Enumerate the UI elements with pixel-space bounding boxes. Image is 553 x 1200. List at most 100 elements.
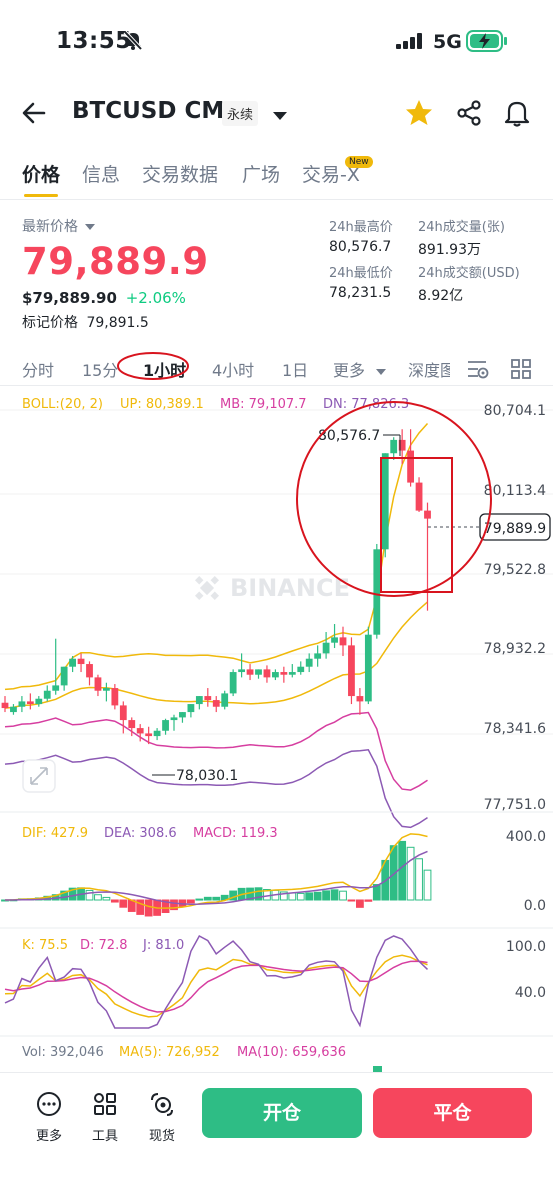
indicator-settings-icon[interactable] [466,358,490,384]
macd-dif: DIF: 427.9 [22,826,88,841]
macd-bar [364,899,373,902]
active-tab-indicator [24,194,58,197]
candle-up [43,690,51,699]
candle-up [381,453,389,550]
pair-symbol[interactable]: BTCUSD CM [72,98,224,124]
macd-bar [330,889,339,901]
interval-timeline[interactable]: 分时 [22,357,54,381]
open-position-button[interactable]: 开仓 [202,1088,362,1138]
candle-up [272,672,279,678]
candle-down [86,664,93,678]
boll-dn: DN: 77,826.3 [323,397,409,412]
interval-more[interactable]: 更多 [333,357,387,381]
macd-axis-label: 0.0 [524,898,546,914]
signal-icon [396,33,424,53]
fullscreen-expand-icon[interactable] [22,759,56,793]
kline-chart[interactable]: BINANCE BOLL:(20, 2) UP: 80,389.1 MB: 79… [0,388,553,1072]
close-position-button[interactable]: 平仓 [373,1088,532,1138]
chart-grid [0,409,553,735]
contract-type-badge: 永续 [222,101,259,126]
boll-up: UP: 80,389.1 [120,397,204,412]
watermark-text: BINANCE [230,574,350,602]
new-badge: New [345,156,373,168]
macd-axis-label: 400.0 [506,829,546,845]
macd-bar [195,898,204,901]
macd-bar [212,896,221,901]
interval-depth[interactable]: 深度图 [408,357,450,381]
candle-up [18,701,26,707]
macd-bar [423,869,432,901]
macd-dea: DEA: 308.6 [104,826,177,841]
tab-info[interactable]: 信息 [82,160,120,187]
pair-header: BTCUSD CM 永续 [0,90,553,138]
candle-up [364,634,372,702]
candle-up [179,712,186,718]
more-tool[interactable]: 更多 [27,1091,71,1144]
candle-up [229,672,237,694]
candle-up [153,730,161,737]
stat-24h-amount: 24h成交额(USD) 8.92亿 [418,262,553,305]
macd-bar [85,889,94,901]
back-arrow-icon[interactable] [20,99,48,131]
macd-bar [94,894,102,901]
current-price-tag-label: 79,889.9 [484,521,546,537]
last-price-label[interactable]: 最新价格 [22,216,209,236]
boll-mb: MB: 79,107.7 [220,397,307,412]
share-icon[interactable] [455,99,483,131]
candle-up [52,685,60,691]
macd-bar [102,896,111,901]
vol-ma5: MA(5): 726,952 [119,1045,220,1060]
candle-down [246,669,254,675]
usd-price: $79,889.90 [22,289,117,307]
candle-up [60,666,68,686]
macd-bar [313,891,322,901]
candle-down [145,733,153,737]
candle-down [348,645,355,697]
macd-bar [203,896,212,901]
annotation-rect-chart [380,457,453,593]
low-marker: 78,030.1 [152,768,238,784]
price-alert-bell-icon[interactable] [503,98,531,132]
spot-tool[interactable]: 现货 [140,1091,184,1144]
candle-down [136,728,144,734]
macd-histogram [1,840,432,917]
kline-chart-svg[interactable]: BINANCE BOLL:(20, 2) UP: 80,389.1 MB: 79… [0,388,553,1072]
candle-down [77,658,85,665]
candle-up [162,720,169,731]
kdj-axis-label: 100.0 [506,939,546,955]
tab-square[interactable]: 广场 [242,160,280,187]
candle-up [305,658,313,667]
stat-label: 24h成交额(USD) [418,266,520,281]
muted-bell-icon [122,29,144,55]
mark-price: 79,891.5 [86,315,149,331]
caret-down-icon[interactable] [272,106,288,125]
stat-label: 24h成交量(张) [418,220,505,235]
price-axis-label: 80,113.4 [484,483,546,499]
macd-bar [110,899,119,903]
tools-tool[interactable]: 工具 [83,1091,127,1144]
price-axis-label: 79,522.8 [484,562,546,578]
candle-down [204,696,212,701]
last-price: 79,889.9 [22,240,209,283]
macd-bar [415,858,423,901]
price-axis-label: 78,341.6 [484,721,546,737]
status-bar: 13:55 5G [0,0,553,80]
layout-grid-icon[interactable] [510,358,532,384]
candle-down [424,510,431,519]
candle-up [238,669,245,673]
tab-price[interactable]: 价格 [22,160,60,187]
candle-up [170,717,178,721]
candle-down [212,700,220,707]
candle-up [35,698,43,705]
candle-up [187,704,195,713]
macd-bar [296,892,305,901]
favorite-star-icon[interactable] [404,98,434,132]
macd-bar [187,899,195,904]
usd-price-row: $79,889.90 +2.06% [22,289,209,307]
bottom-action-bar: 更多 工具 现货 开仓 平仓 [0,1072,553,1200]
interval-4h[interactable]: 4小时 [212,357,254,381]
interval-1d[interactable]: 1日 [282,357,308,381]
tab-trading-data[interactable]: 交易数据 [142,160,218,187]
macd-bar [347,899,356,902]
stat-value: 891.93万 [418,242,481,258]
